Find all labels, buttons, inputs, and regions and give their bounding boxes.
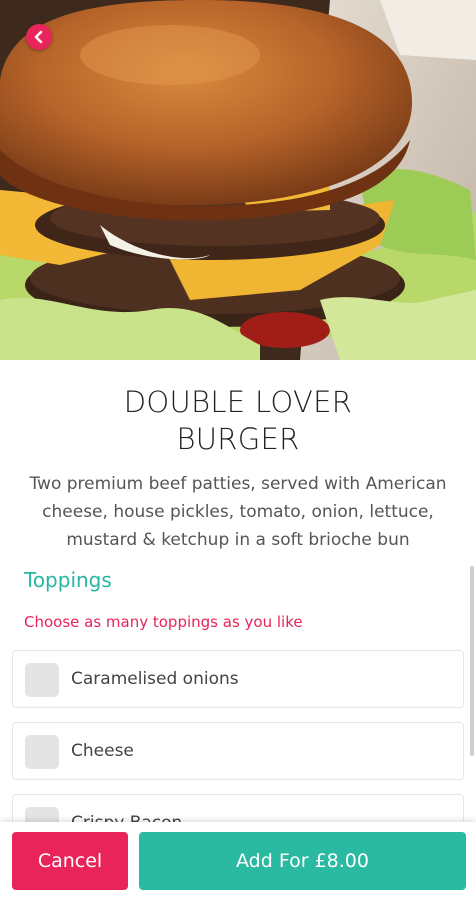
scrollbar[interactable] [470,566,474,756]
toppings-heading: Toppings [24,568,112,592]
checkbox-icon[interactable] [25,663,59,697]
add-to-order-button[interactable]: Add For £8.00 [139,832,466,890]
product-title: DOUBLE LOVER BURGER [0,384,476,458]
chevron-left-icon [34,30,43,44]
product-title-line1: DOUBLE LOVER [123,385,353,419]
topping-option-cheese[interactable]: Cheese [12,722,464,780]
product-image [0,0,476,360]
checkbox-icon[interactable] [25,735,59,769]
back-button[interactable] [26,24,52,50]
topping-option-caramelised-onions[interactable]: Caramelised onions [12,650,464,708]
product-description: Two premium beef patties, served with Am… [29,474,447,550]
action-bar: Cancel Add For £8.00 [0,822,476,900]
topping-option-label: Caramelised onions [71,669,239,689]
topping-option-label: Cheese [71,741,134,761]
toppings-hint: Choose as many toppings as you like [24,613,303,631]
burger-photo [0,0,476,360]
product-title-line2: BURGER [176,422,300,456]
cancel-button[interactable]: Cancel [12,832,128,890]
